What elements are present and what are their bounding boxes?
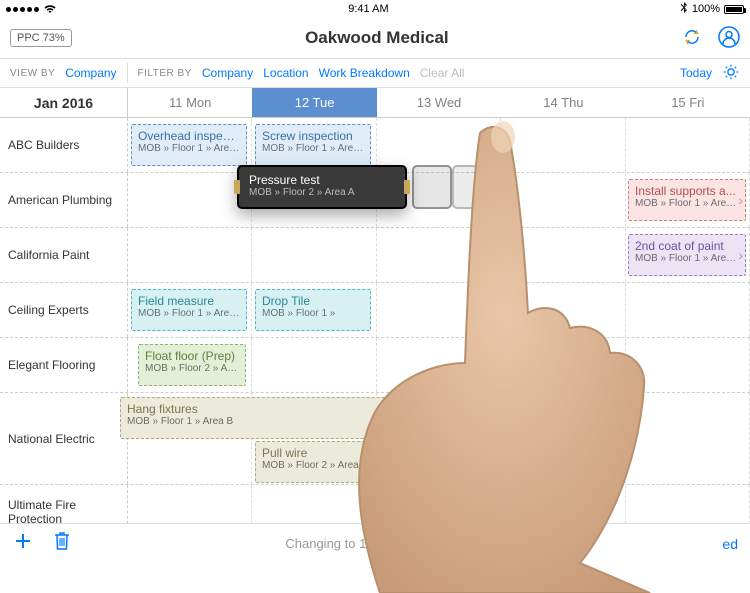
app-header: PPC 73% Oakwood Medical: [0, 18, 750, 58]
wifi-icon: [43, 4, 57, 14]
filter-by-label: FILTER BY: [138, 68, 192, 79]
bottom-right-text: ed: [722, 536, 738, 552]
task-2nd-coat-paint[interactable]: 2nd coat of paint MOB » Floor 1 » Area A…: [628, 234, 746, 276]
row-label: ABC Builders: [0, 118, 128, 172]
drag-task-sub: MOB » Floor 2 » Area A: [249, 187, 395, 198]
day-header-wed[interactable]: 13 Wed: [377, 88, 501, 117]
row-national-electric: National Electric Hang fixtures MOB » Fl…: [0, 393, 750, 485]
profile-icon[interactable]: [718, 26, 740, 51]
badge-label: PPC: [17, 32, 40, 44]
add-button[interactable]: [12, 530, 34, 558]
task-hang-fixtures[interactable]: Hang fixtures MOB » Floor 1 » Area B: [120, 397, 420, 439]
task-pull-wire[interactable]: Pull wire MOB » Floor 2 » Area A: [255, 441, 625, 483]
day-header-thu[interactable]: 14 Thu: [501, 88, 625, 117]
drag-task-title: Pressure test: [249, 173, 395, 187]
task-drop-tile[interactable]: Drop Tile MOB » Floor 1 »: [255, 289, 371, 331]
drag-ghost: [482, 165, 510, 209]
gear-icon[interactable]: [722, 63, 740, 84]
day-header-mon[interactable]: 11 Mon: [128, 88, 252, 117]
status-bar: 9:41 AM 100%: [0, 0, 750, 18]
task-float-floor[interactable]: ‹ Float floor (Prep) MOB » Floor 2 » Are…: [138, 344, 246, 386]
filter-bar: VIEW BY Company FILTER BY Company Locati…: [0, 58, 750, 88]
bottom-toolbar: Changing to 1/12 Tue - 1/12 Tu ed: [0, 523, 750, 563]
calendar-grid: Jan 2016 11 Mon 12 Tue 13 Wed 14 Thu 15 …: [0, 88, 750, 540]
status-time: 9:41 AM: [348, 3, 388, 15]
filter-company[interactable]: Company: [202, 66, 253, 80]
bluetooth-icon: [680, 2, 688, 17]
drag-status-text: Changing to 1/12 Tue - 1/12 Tu: [285, 536, 464, 551]
badge-value: 73%: [43, 32, 65, 44]
chevron-right-icon: ›: [738, 247, 743, 263]
drag-ghost: [452, 165, 484, 209]
signal-dots-icon: [6, 7, 39, 12]
battery-icon: [724, 5, 744, 14]
task-field-measure[interactable]: Field measure MOB » Floor 1 » Area C: [131, 289, 247, 331]
drag-handle-icon[interactable]: [404, 180, 410, 194]
filter-work-breakdown[interactable]: Work Breakdown: [319, 66, 410, 80]
filter-clear[interactable]: Clear All: [420, 66, 465, 80]
view-by-value[interactable]: Company: [65, 66, 116, 80]
row-label: American Plumbing: [0, 173, 128, 227]
dragging-task[interactable]: Pressure test MOB » Floor 2 » Area A: [237, 165, 407, 209]
view-by-label: VIEW BY: [10, 68, 55, 79]
today-button[interactable]: Today: [680, 66, 712, 80]
chevron-right-icon: ›: [738, 192, 743, 208]
row-label: Elegant Flooring: [0, 338, 128, 392]
day-header-tue[interactable]: 12 Tue: [252, 88, 376, 117]
filter-location[interactable]: Location: [263, 66, 308, 80]
task-screw-inspection[interactable]: Screw inspection MOB » Floor 1 » Area C: [255, 124, 371, 166]
task-install-supports[interactable]: Install supports a... MOB » Floor 1 » Ar…: [628, 179, 746, 221]
row-ceiling-experts: Ceiling Experts Field measure MOB » Floo…: [0, 283, 750, 338]
row-california-paint: California Paint 2nd coat of paint MOB »…: [0, 228, 750, 283]
row-label: Ceiling Experts: [0, 283, 128, 337]
row-elegant-flooring: Elegant Flooring ‹ Float floor (Prep) MO…: [0, 338, 750, 393]
ppc-badge[interactable]: PPC 73%: [10, 29, 72, 47]
page-title: Oakwood Medical: [305, 28, 449, 48]
month-label: Jan 2016: [0, 88, 128, 117]
task-overhead-inspection[interactable]: Overhead inspection MOB » Floor 1 » Area…: [131, 124, 247, 166]
row-label: National Electric: [0, 393, 128, 484]
drag-ghost: [412, 165, 452, 209]
row-label: California Paint: [0, 228, 128, 282]
sync-icon[interactable]: [682, 27, 702, 50]
trash-button[interactable]: [52, 530, 72, 558]
battery-percent: 100%: [692, 3, 720, 15]
day-header-fri[interactable]: 15 Fri: [626, 88, 750, 117]
drag-handle-icon[interactable]: [234, 180, 240, 194]
